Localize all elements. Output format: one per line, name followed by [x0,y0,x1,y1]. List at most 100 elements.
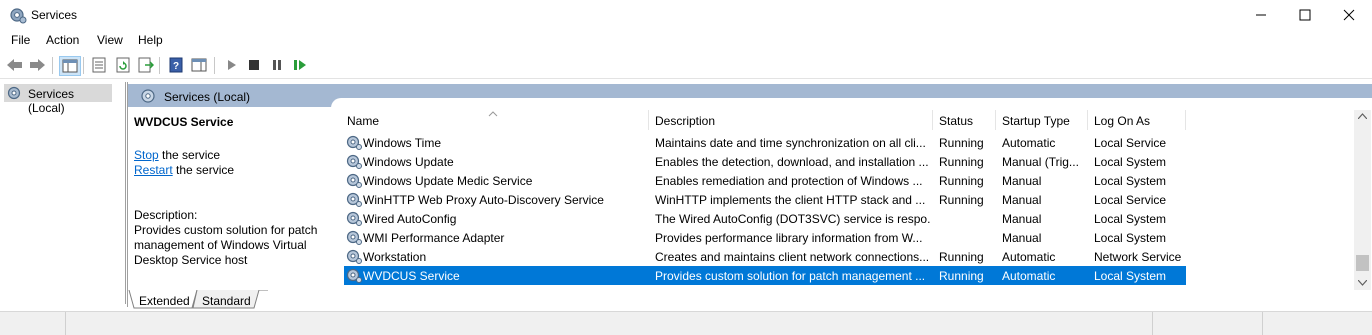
export-list-button[interactable] [136,56,156,74]
refresh-button[interactable] [113,56,133,74]
menu-file[interactable]: File [11,33,30,47]
show-hide-action-pane-button[interactable] [189,56,209,74]
cell-logon: Network Service [1094,250,1182,264]
service-row[interactable]: Windows Update Medic Service Enables reme… [344,171,1186,190]
cell-name: Wired AutoConfig [363,212,457,226]
column-divider[interactable] [1185,110,1186,130]
cell-logon: Local System [1094,231,1167,245]
restart-link-suffix: the service [172,163,235,177]
service-row[interactable]: Wired AutoConfig The Wired AutoConfig (DO… [344,209,1186,228]
console-tree [0,82,126,304]
stop-service-button[interactable] [244,56,264,74]
restart-service-link[interactable]: Restart [134,163,173,177]
cell-status: Running [939,155,984,169]
console-tree-icon [62,59,78,73]
cell-description: Creates and maintains client network con… [655,250,930,264]
cell-status: Running [939,269,984,283]
restart-icon [294,60,306,70]
cell-name: WMI Performance Adapter [363,231,505,245]
help-button[interactable]: ? [166,56,186,74]
maximize-button[interactable] [1282,0,1328,30]
services-gear-icon [141,89,155,103]
close-button[interactable] [1326,0,1372,30]
tab-standard[interactable]: Standard [202,294,251,311]
cell-status: Running [939,136,984,150]
tree-item-services-local[interactable]: Services (Local) [4,84,112,115]
properties-button[interactable] [89,56,109,74]
service-row[interactable]: WMI Performance Adapter Provides performa… [344,228,1186,247]
column-divider[interactable] [932,110,933,130]
properties-icon [92,57,106,73]
vertical-scrollbar[interactable] [1354,110,1371,290]
back-arrow-icon [7,59,22,71]
menu-action[interactable]: Action [46,33,79,47]
cell-description: Enables remediation and protection of Wi… [655,174,923,188]
detail-service-name: WVDCUS Service [134,115,234,129]
description-text-line: Desktop Service host [134,253,248,267]
column-divider[interactable] [648,110,649,130]
cell-name: WVDCUS Service [363,269,460,283]
cell-status: Running [939,250,984,264]
column-header-startup-type[interactable]: Startup Type [1002,114,1070,128]
column-divider[interactable] [1087,110,1088,130]
cell-description: Maintains date and time synchronization … [655,136,926,150]
forward-arrow-icon [30,59,45,71]
cell-startup: Automatic [1002,250,1056,264]
column-header-log-on-as[interactable]: Log On As [1094,114,1150,128]
scrollbar-thumb[interactable] [1356,255,1369,271]
toolbar-separator [52,57,53,74]
service-row[interactable]: Windows Time Maintains date and time sync… [344,133,1186,152]
cell-status: Running [939,193,984,207]
title-bar: Services [0,0,1372,30]
menu-view[interactable]: View [97,33,123,47]
back-button[interactable] [5,56,25,74]
view-tabs [128,290,1372,309]
cell-description: WinHTTP implements the client HTTP stack… [655,193,926,207]
scroll-down-icon[interactable] [1358,280,1367,286]
column-header-name[interactable]: Name [347,114,379,128]
description-text-line: Provides custom solution for patch [134,223,318,237]
restart-service-button[interactable] [290,56,310,74]
close-icon [1343,9,1355,21]
service-gear-icon [346,211,362,226]
start-service-button[interactable] [222,56,242,74]
service-gear-icon [346,154,362,169]
cell-startup: Manual [1002,193,1042,207]
cell-description: Enables the detection, download, and ins… [655,155,929,169]
column-header-status[interactable]: Status [939,114,973,128]
cell-status: Running [939,174,984,188]
tab-extended[interactable]: Extended [139,294,190,311]
service-gear-icon [346,135,362,150]
minimize-icon [1256,14,1266,16]
forward-button[interactable] [27,56,47,74]
stop-icon [249,60,259,70]
service-gear-icon [346,192,362,207]
scroll-up-icon[interactable] [1358,113,1367,119]
stop-service-link[interactable]: Stop [134,148,159,162]
service-row[interactable]: Windows Update Enables the detection, dow… [344,152,1186,171]
minimize-button[interactable] [1238,0,1284,30]
cell-startup: Automatic [1002,269,1056,283]
service-row[interactable]: Workstation Creates and maintains client … [344,247,1186,266]
column-header-description[interactable]: Description [655,114,715,128]
show-hide-console-tree-button[interactable] [59,56,81,76]
service-row[interactable]: WVDCUS Service Provides custom solution f… [344,266,1186,285]
svg-text:?: ? [173,61,179,72]
pause-service-button[interactable] [267,56,287,74]
toolbar-separator [214,57,215,74]
cell-description: Provides performance library information… [655,231,923,245]
pause-icon [273,60,281,70]
maximize-icon [1299,9,1311,21]
window-title: Services [31,8,78,22]
service-gear-icon [346,249,362,264]
description-text-line: management of Windows Virtual [134,238,307,252]
cell-name: Windows Time [363,136,442,150]
stop-link-suffix: the service [158,148,221,162]
help-icon: ? [169,57,183,73]
menu-help[interactable]: Help [138,33,163,47]
play-icon [228,60,236,70]
cell-startup: Manual [1002,231,1042,245]
action-pane-icon [191,58,207,72]
service-row[interactable]: WinHTTP Web Proxy Auto-Discovery Service… [344,190,1186,209]
column-divider[interactable] [995,110,996,130]
